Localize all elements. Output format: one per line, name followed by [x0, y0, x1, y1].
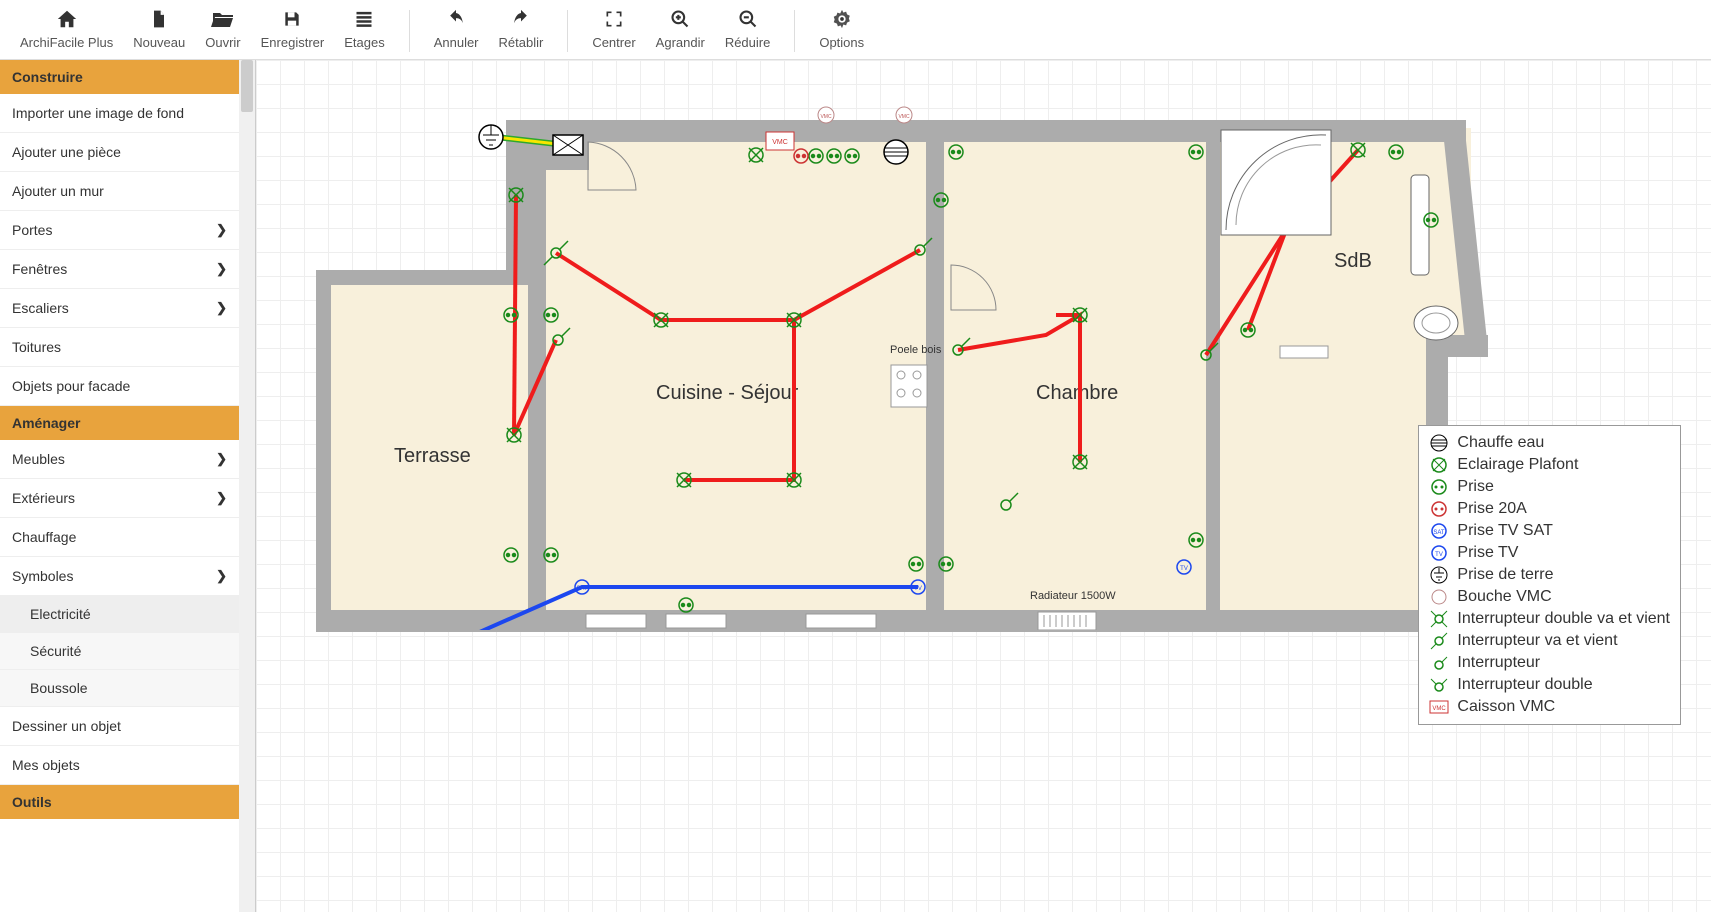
item-my-obj[interactable]: Mes objets	[0, 746, 239, 785]
legend-prise-terre: Prise de terre	[1429, 564, 1670, 586]
item-roofs[interactable]: Toitures	[0, 328, 239, 367]
label-chambre: Chambre	[1036, 382, 1118, 405]
label-radiateur: Radiateur 1500W	[1030, 590, 1116, 602]
new-button[interactable]: Nouveau	[123, 6, 195, 50]
redo-icon	[510, 6, 532, 32]
legend-caisson-vmc: VMCCaisson VMC	[1429, 696, 1670, 718]
svg-text:VMC: VMC	[1433, 706, 1447, 712]
section-outils[interactable]: Outils	[0, 785, 239, 819]
floorplan-canvas[interactable]: Terrasse Cuisine - Séjour Chambre SdB Po…	[256, 60, 1711, 912]
room-hall[interactable]	[1216, 346, 1436, 615]
home-icon	[56, 6, 78, 32]
item-import-bg[interactable]: Importer une image de fond	[0, 94, 239, 133]
open-button[interactable]: Ouvrir	[195, 6, 250, 50]
room-sdb[interactable]	[1216, 128, 1471, 346]
section-amenager[interactable]: Aménager	[0, 406, 239, 440]
svg-text:SAT: SAT	[1434, 530, 1446, 536]
chevron-down-icon: ❯	[216, 568, 227, 584]
sidebar-scrollbar[interactable]	[239, 60, 255, 912]
floors-icon	[354, 6, 374, 32]
item-add-room[interactable]: Ajouter une pièce	[0, 133, 239, 172]
legend-inter-dbl-vv: Interrupteur double va et vient	[1429, 608, 1670, 630]
legend-panel[interactable]: Chauffe eau Eclairage Plafont Prise Pris…	[1418, 425, 1681, 725]
legend-prise-tv-sat: SATPrise TV SAT	[1429, 520, 1670, 542]
chevron-right-icon: ❯	[216, 222, 227, 238]
sub-boussole[interactable]: Boussole	[0, 670, 239, 707]
undo-icon	[445, 6, 467, 32]
legend-prise20a: Prise 20A	[1429, 498, 1670, 520]
redo-button[interactable]: Rétablir	[489, 6, 554, 50]
sub-securite[interactable]: Sécurité	[0, 633, 239, 670]
main-toolbar: ArchiFacile Plus Nouveau Ouvrir Enregist…	[0, 0, 1711, 60]
label-cuisine: Cuisine - Séjour	[656, 382, 798, 405]
folder-open-icon	[211, 6, 235, 32]
legend-eclairage: Eclairage Plafont	[1429, 454, 1670, 476]
item-add-wall[interactable]: Ajouter un mur	[0, 172, 239, 211]
legend-prise: Prise	[1429, 476, 1670, 498]
file-icon	[149, 6, 169, 32]
chevron-right-icon: ❯	[216, 261, 227, 277]
center-button[interactable]: Centrer	[582, 6, 645, 50]
item-furniture[interactable]: Meubles❯	[0, 440, 239, 479]
zoomin-icon	[670, 6, 690, 32]
room-chambre[interactable]	[941, 140, 1216, 615]
legend-inter-dbl: Interrupteur double	[1429, 674, 1670, 696]
item-exterior[interactable]: Extérieurs❯	[0, 479, 239, 518]
save-button[interactable]: Enregistrer	[251, 6, 335, 50]
svg-text:TV: TV	[1436, 552, 1444, 558]
undo-button[interactable]: Annuler	[424, 6, 489, 50]
zoomin-button[interactable]: Agrandir	[646, 6, 715, 50]
chevron-right-icon: ❯	[216, 490, 227, 506]
item-doors[interactable]: Portes❯	[0, 211, 239, 250]
label-poele: Poele bois	[890, 344, 941, 356]
center-icon	[604, 6, 624, 32]
chevron-right-icon: ❯	[216, 451, 227, 467]
scrollbar-thumb[interactable]	[241, 60, 253, 112]
item-facade[interactable]: Objets pour facade	[0, 367, 239, 406]
legend-inter: Interrupteur	[1429, 652, 1670, 674]
legend-bouche-vmc: Bouche VMC	[1429, 586, 1670, 608]
save-icon	[282, 6, 302, 32]
options-button[interactable]: Options	[809, 6, 874, 50]
item-heating[interactable]: Chauffage	[0, 518, 239, 557]
gear-icon	[831, 6, 853, 32]
label-sdb: SdB	[1334, 250, 1372, 273]
item-draw-obj[interactable]: Dessiner un objet	[0, 707, 239, 746]
home-button[interactable]: ArchiFacile Plus	[10, 6, 123, 50]
legend-prise-tv: TVPrise TV	[1429, 542, 1670, 564]
legend-inter-vv: Interrupteur va et vient	[1429, 630, 1670, 652]
zoomout-icon	[738, 6, 758, 32]
section-construire[interactable]: Construire	[0, 60, 239, 94]
chevron-right-icon: ❯	[216, 300, 227, 316]
item-stairs[interactable]: Escaliers❯	[0, 289, 239, 328]
sub-electricite[interactable]: Electricité	[0, 596, 239, 633]
item-windows[interactable]: Fenêtres❯	[0, 250, 239, 289]
label-terrasse: Terrasse	[394, 445, 471, 468]
legend-chauffe-eau: Chauffe eau	[1429, 432, 1670, 454]
floors-button[interactable]: Etages	[334, 6, 394, 50]
zoomout-button[interactable]: Réduire	[715, 6, 781, 50]
item-symbols[interactable]: Symboles❯	[0, 557, 239, 596]
sidebar: Construire Importer une image de fond Aj…	[0, 60, 239, 912]
room-cuisine[interactable]	[541, 140, 941, 615]
